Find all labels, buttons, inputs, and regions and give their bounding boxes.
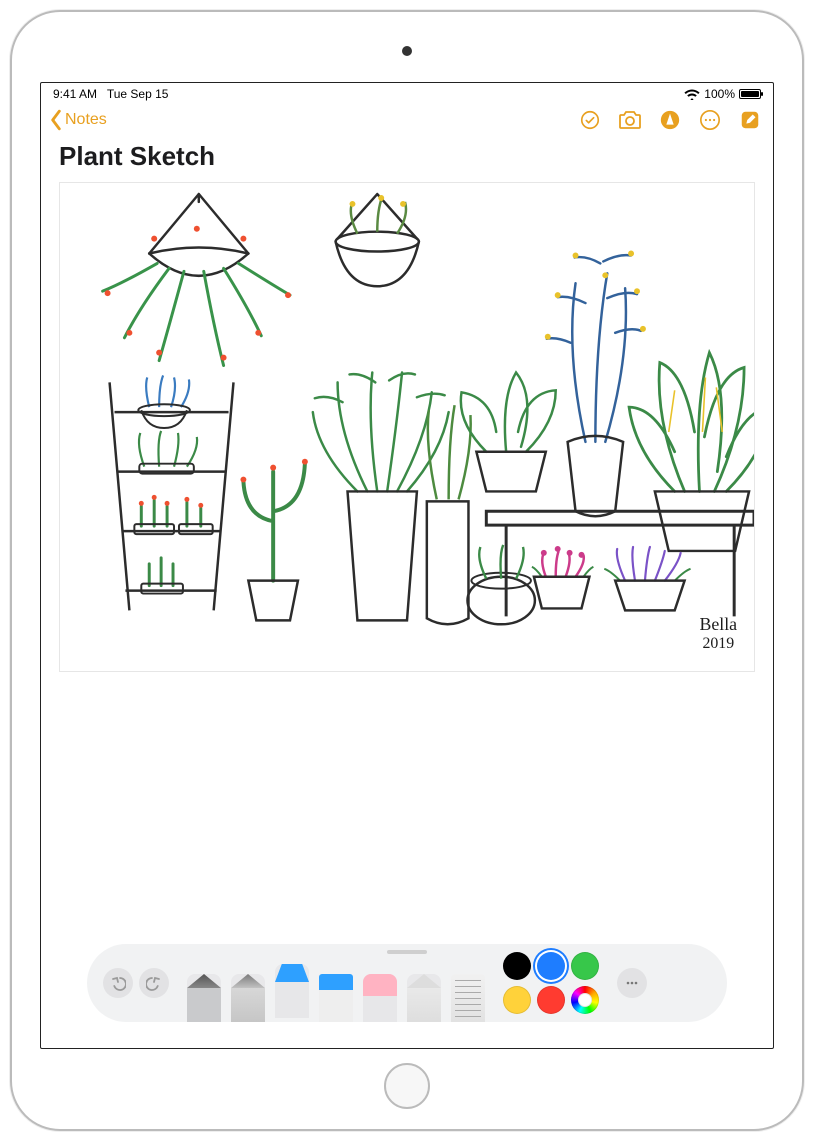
- color-red[interactable]: [537, 986, 565, 1014]
- highlighter-tool[interactable]: [319, 974, 353, 1022]
- sketch-signature: Bella: [699, 614, 737, 634]
- color-yellow[interactable]: [503, 986, 531, 1014]
- more-tools-button[interactable]: [617, 968, 647, 998]
- toolbar-drag-handle[interactable]: [387, 950, 427, 954]
- markup-button[interactable]: [657, 107, 683, 133]
- color-black[interactable]: [503, 952, 531, 980]
- battery-percent: 100%: [704, 87, 735, 101]
- status-left: 9:41 AM Tue Sep 15: [53, 87, 168, 101]
- svg-text:2019: 2019: [702, 635, 734, 652]
- wifi-icon: [684, 88, 700, 100]
- checklist-button[interactable]: [577, 107, 603, 133]
- camera-button[interactable]: [617, 107, 643, 133]
- compose-button[interactable]: [737, 107, 763, 133]
- lasso-tool[interactable]: [407, 974, 441, 1022]
- pen-tool[interactable]: [187, 974, 221, 1022]
- drawing-canvas[interactable]: Bella 2019: [59, 182, 755, 672]
- screen: 9:41 AM Tue Sep 15 100% Notes: [40, 82, 774, 1049]
- status-time: 9:41 AM: [53, 87, 97, 101]
- chevron-left-icon: [47, 109, 65, 131]
- color-palette: [503, 952, 599, 1014]
- color-picker-button[interactable]: [571, 986, 599, 1014]
- nav-actions: [577, 107, 763, 133]
- front-camera: [402, 46, 412, 56]
- undo-button[interactable]: [103, 968, 133, 998]
- redo-button[interactable]: [139, 968, 169, 998]
- color-green[interactable]: [571, 952, 599, 980]
- status-right: 100%: [684, 87, 761, 101]
- marker-tool[interactable]: [275, 964, 309, 1018]
- status-bar: 9:41 AM Tue Sep 15 100%: [41, 83, 773, 105]
- back-button[interactable]: Notes: [47, 109, 107, 131]
- eraser-tool[interactable]: [363, 974, 397, 1022]
- nav-bar: Notes: [41, 105, 773, 139]
- pencil-tool[interactable]: [231, 974, 265, 1022]
- back-label: Notes: [65, 111, 107, 129]
- ipad-device-frame: 9:41 AM Tue Sep 15 100% Notes: [10, 10, 804, 1131]
- status-date: Tue Sep 15: [107, 87, 169, 101]
- color-blue[interactable]: [537, 952, 565, 980]
- tool-tray: [187, 944, 485, 1022]
- markup-toolbar: [87, 944, 727, 1022]
- plant-sketch-drawing: Bella 2019: [60, 183, 754, 671]
- note-title: Plant Sketch: [41, 139, 773, 182]
- ruler-tool[interactable]: [451, 974, 485, 1022]
- battery-icon: [739, 89, 761, 99]
- home-button[interactable]: [384, 1063, 430, 1109]
- more-button[interactable]: [697, 107, 723, 133]
